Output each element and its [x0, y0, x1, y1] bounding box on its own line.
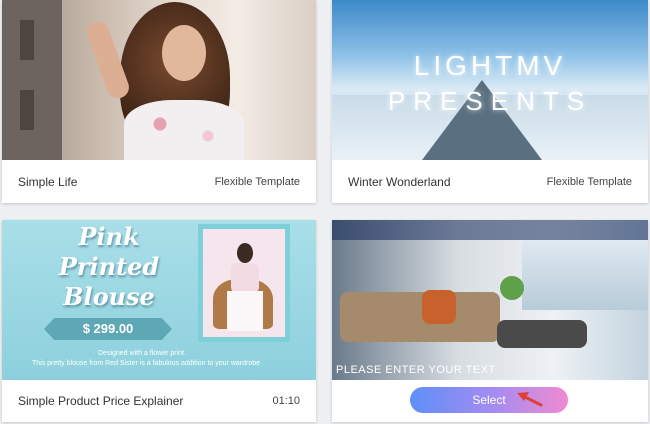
- window-image: [20, 20, 34, 60]
- top-bar-image: [332, 220, 648, 240]
- product-description-line-2: This pretty blouse from Red Sister is a …: [32, 360, 261, 367]
- template-card-living-room[interactable]: PLEASE ENTER YOUR TEXT Select: [332, 220, 648, 422]
- template-type-label: Flexible Template: [546, 176, 632, 188]
- overlay-placeholder-text: PLEASE ENTER YOUR TEXT: [336, 364, 496, 376]
- plant-image: [500, 276, 524, 300]
- face-image: [162, 25, 206, 81]
- template-preview-image[interactable]: LIGHTMV PRESENTS: [332, 0, 648, 160]
- blouse-image: [231, 263, 259, 293]
- price-tag: $ 299.00: [44, 318, 172, 340]
- sofa-image: [340, 292, 500, 342]
- template-caption: Simple Product Price Explainer 01:10: [2, 380, 316, 422]
- overlay-line-3: Blouse: [63, 282, 155, 311]
- template-title: Simple Product Price Explainer: [18, 394, 184, 408]
- trousers-image: [227, 291, 263, 331]
- template-card-winter-wonderland[interactable]: LIGHTMV PRESENTS Winter Wonderland Flexi…: [332, 0, 648, 203]
- template-preview-image[interactable]: [2, 0, 316, 160]
- overlay-subtitle: PRESENTS: [387, 86, 593, 116]
- product-description-line-1: Designed with a flower print.: [98, 350, 186, 357]
- template-caption: Winter Wonderland Flexible Template: [332, 161, 648, 203]
- template-duration: 01:10: [272, 395, 300, 407]
- overlay-line-2: Printed: [58, 252, 160, 281]
- overlay-line-1: Pink: [78, 222, 140, 251]
- template-card-price-explainer[interactable]: Pink Printed Blouse $ 299.00 Designed wi…: [2, 220, 316, 422]
- template-type-label: Flexible Template: [214, 176, 300, 188]
- template-card-simple-life[interactable]: Simple Life Flexible Template: [2, 0, 316, 203]
- template-title: Winter Wonderland: [348, 175, 451, 189]
- model-head-image: [237, 243, 253, 263]
- cushion-image: [422, 290, 456, 324]
- template-preview-image[interactable]: PLEASE ENTER YOUR TEXT: [332, 220, 648, 380]
- template-caption: Simple Life Flexible Template: [2, 161, 316, 203]
- shirt-image: [124, 100, 244, 160]
- coffee-table-image: [497, 320, 587, 348]
- window-image: [20, 90, 34, 130]
- product-photo: [198, 224, 290, 342]
- overlay-title: LIGHTMV: [413, 50, 567, 81]
- window-image: [522, 240, 648, 310]
- template-preview-image[interactable]: Pink Printed Blouse $ 299.00 Designed wi…: [2, 220, 316, 380]
- template-title: Simple Life: [18, 175, 78, 189]
- pointer-arrow-icon: [517, 392, 543, 407]
